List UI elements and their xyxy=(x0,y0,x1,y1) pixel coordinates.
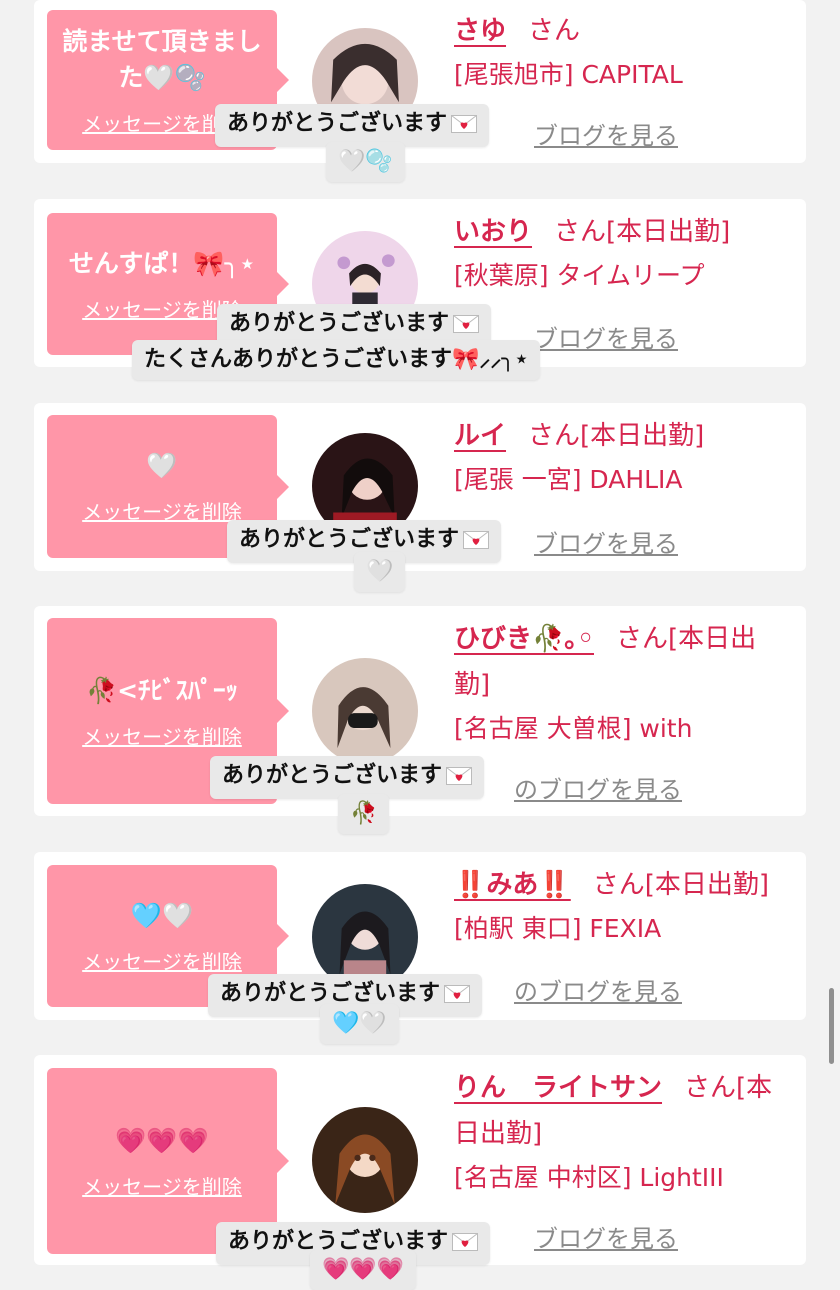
shop-label: [尾張旭市] CAPITAL xyxy=(454,60,683,89)
reply-emoji-chip: 🩵🤍 xyxy=(320,1004,399,1044)
cast-info: いおり さん[本日出勤] [秋葉原] タイムリープ xyxy=(454,209,788,297)
san-label: さん[本日出勤] xyxy=(528,421,705,451)
delete-message-link[interactable]: メッセージを削除 xyxy=(82,946,242,975)
cast-name-link[interactable]: さゆ xyxy=(454,16,506,46)
bubble-message: 🥀<ﾁﾋﾞｽﾊﾟｰｯ xyxy=(85,675,239,705)
scrollbar[interactable] xyxy=(829,988,834,1064)
shop-label: [柏駅 東口] FEXIA xyxy=(454,914,662,943)
view-blog-link[interactable]: のブログを見る xyxy=(514,770,682,805)
cast-name-link[interactable]: ルイ xyxy=(454,421,506,451)
avatar[interactable] xyxy=(312,1107,418,1213)
thanks-text: ありがとうございます xyxy=(239,527,460,552)
cast-info: りん ライトサン さん[本日出勤] [名古屋 中村区] LightIII xyxy=(454,1065,788,1199)
shop-label: [名古屋 中村区] LightIII xyxy=(454,1163,724,1192)
reply-emoji-chip: 🤍🫧 xyxy=(326,142,405,182)
cast-name-link[interactable]: ひびき🥀｡◦ xyxy=(454,624,594,654)
thanks-text: ありがとうございます xyxy=(222,763,443,788)
cast-info: ルイ さん[本日出勤] [尾張 一宮] DAHLIA xyxy=(454,413,788,501)
shop-label: [秋葉原] タイムリープ xyxy=(454,261,705,290)
bubble-message: 💗💗💗 xyxy=(115,1125,209,1155)
bubble-message: せんすぱ！🎀╮⋆ xyxy=(68,248,256,278)
cast-info: ‼️みあ‼️ さん[本日出勤] [柏駅 東口] FEXIA xyxy=(454,862,788,950)
bubble-message: 読ませて頂きました🤍🫧 xyxy=(62,26,262,92)
view-blog-link[interactable]: ブログを見る xyxy=(534,1219,678,1254)
avatar[interactable] xyxy=(312,658,418,764)
envelope-heart-icon xyxy=(446,759,473,799)
envelope-heart-icon xyxy=(444,977,471,1017)
view-blog-link[interactable]: ブログを見る xyxy=(534,116,678,151)
san-label: さん[本日出勤] xyxy=(554,217,731,247)
envelope-heart-icon xyxy=(463,523,490,563)
envelope-heart-icon xyxy=(451,107,478,147)
san-label: さん xyxy=(528,16,581,46)
cast-name-link[interactable]: いおり xyxy=(454,217,532,247)
thanks-text: ありがとうございます xyxy=(227,111,448,136)
san-label: さん[本日出勤] xyxy=(592,870,770,900)
cast-info: ひびき🥀｡◦ さん[本日出勤] [名古屋 大曽根] with xyxy=(454,616,788,750)
delete-message-link[interactable]: メッセージを削除 xyxy=(82,496,242,525)
envelope-heart-icon xyxy=(452,1225,479,1265)
reply-emoji-chip: 🥀 xyxy=(338,794,390,834)
shop-label: [尾張 一宮] DAHLIA xyxy=(454,465,683,494)
view-blog-link[interactable]: ブログを見る xyxy=(534,319,678,354)
shop-label: [名古屋 大曽根] with xyxy=(454,714,693,743)
delete-message-link[interactable]: メッセージを削除 xyxy=(82,1171,242,1200)
cast-name-link[interactable]: ‼️みあ‼️ xyxy=(454,870,571,900)
view-blog-link[interactable]: のブログを見る xyxy=(514,972,682,1007)
cast-name-link[interactable]: りん ライトサン xyxy=(454,1073,662,1103)
thanks-reply-chip: ありがとうございます xyxy=(215,104,490,147)
thanks-text: ありがとうございます xyxy=(229,311,450,336)
reply-emoji-chip: 🤍 xyxy=(354,552,406,592)
cast-info: さゆ さん [尾張旭市] CAPITAL xyxy=(454,8,788,96)
bubble-message: 🩵🤍 xyxy=(130,900,194,930)
view-blog-link[interactable]: ブログを見る xyxy=(534,524,678,559)
delete-message-link[interactable]: メッセージを削除 xyxy=(82,721,242,750)
thanks-reply-chip: ありがとうございます xyxy=(210,756,485,799)
bubble-message: 🤍 xyxy=(146,451,178,480)
reply-emoji-chip: 💗💗💗 xyxy=(310,1250,417,1290)
reply-emoji-chip: たくさんありがとうございます🎀⸝⸝╮⋆ xyxy=(132,340,541,380)
thanks-text: ありがとうございます xyxy=(220,981,441,1006)
